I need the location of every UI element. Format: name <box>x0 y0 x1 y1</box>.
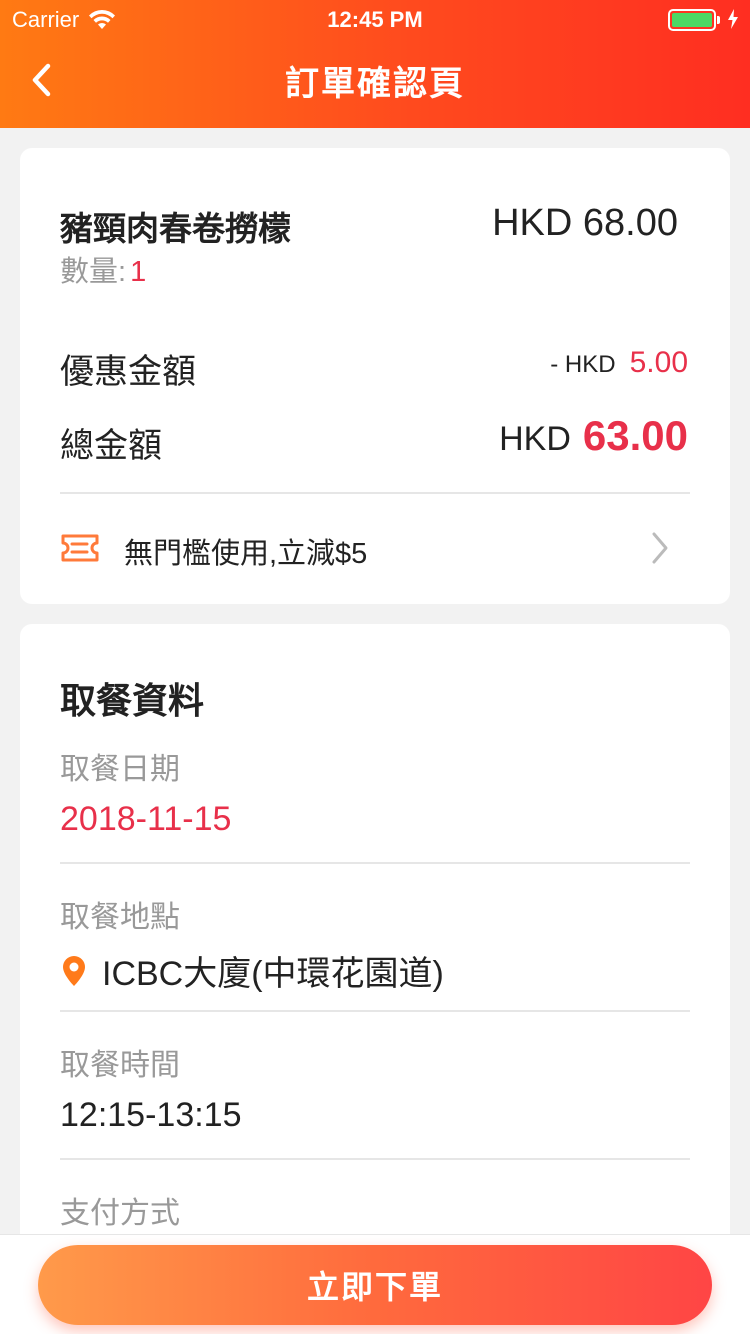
divider <box>60 1158 690 1160</box>
payment-method-label: 支付方式 <box>60 1197 180 1230</box>
quantity-row: 數量: 1 <box>60 248 146 290</box>
chevron-right-icon <box>652 532 668 564</box>
charging-bolt-icon <box>728 9 738 29</box>
battery-level <box>672 13 712 27</box>
divider <box>60 492 690 494</box>
coupon-ticket-icon <box>61 534 99 562</box>
page-title: 訂單確認頁 <box>285 65 465 103</box>
coupon-text: 無門檻使用,立減$5 <box>124 538 368 570</box>
divider <box>60 1010 690 1012</box>
item-name: 豬頸肉春卷撈檬 <box>60 210 291 247</box>
total-label: 總金額 <box>60 427 162 465</box>
pickup-location-label: 取餐地點 <box>60 901 180 934</box>
place-order-button[interactable]: 立即下單 <box>38 1245 712 1325</box>
discount-value: 5.00 <box>629 346 688 379</box>
discount-prefix: - HKD <box>550 351 616 378</box>
bottom-action-bar: 立即下單 <box>0 1234 750 1334</box>
battery-tip <box>717 16 720 24</box>
pickup-date-label: 取餐日期 <box>60 753 180 786</box>
status-bar: Carrier 12:45 PM <box>0 0 750 40</box>
pickup-date-value[interactable]: 2018-11-15 <box>60 800 231 839</box>
discount-amount: - HKD 5.00 <box>550 346 688 380</box>
status-time: 12:45 PM <box>327 7 423 32</box>
coupon-row[interactable]: 無門檻使用,立減$5 <box>60 528 690 572</box>
app-header: Carrier 12:45 PM 訂單確認頁 <box>0 0 750 128</box>
order-summary-card: 豬頸肉春卷撈檬 HKD 68.00 數量: 1 優惠金額 - HKD 5.00 總… <box>20 148 730 604</box>
pickup-time-label: 取餐時間 <box>60 1049 180 1082</box>
divider <box>60 862 690 864</box>
battery-icon <box>668 9 716 31</box>
quantity-value: 1 <box>130 256 147 288</box>
quantity-label: 數量: <box>60 256 127 288</box>
item-price: HKD 68.00 <box>492 202 678 244</box>
pickup-time-value[interactable]: 12:15-13:15 <box>60 1096 242 1135</box>
pickup-location-value[interactable]: ICBC大廈(中環花園道) <box>60 946 444 995</box>
total-currency: HKD <box>499 420 571 458</box>
location-pin-icon <box>63 955 85 986</box>
total-value: 63.00 <box>582 412 688 459</box>
total-amount: HKD 63.00 <box>499 412 688 460</box>
discount-label: 優惠金額 <box>60 353 196 391</box>
pickup-location-text: ICBC大廈(中環花園道) <box>102 955 444 993</box>
pickup-info-card: 取餐資料 取餐日期 2018-11-15 取餐地點 ICBC大廈(中環花園道) … <box>20 624 730 1264</box>
section-title: 取餐資料 <box>60 680 205 721</box>
